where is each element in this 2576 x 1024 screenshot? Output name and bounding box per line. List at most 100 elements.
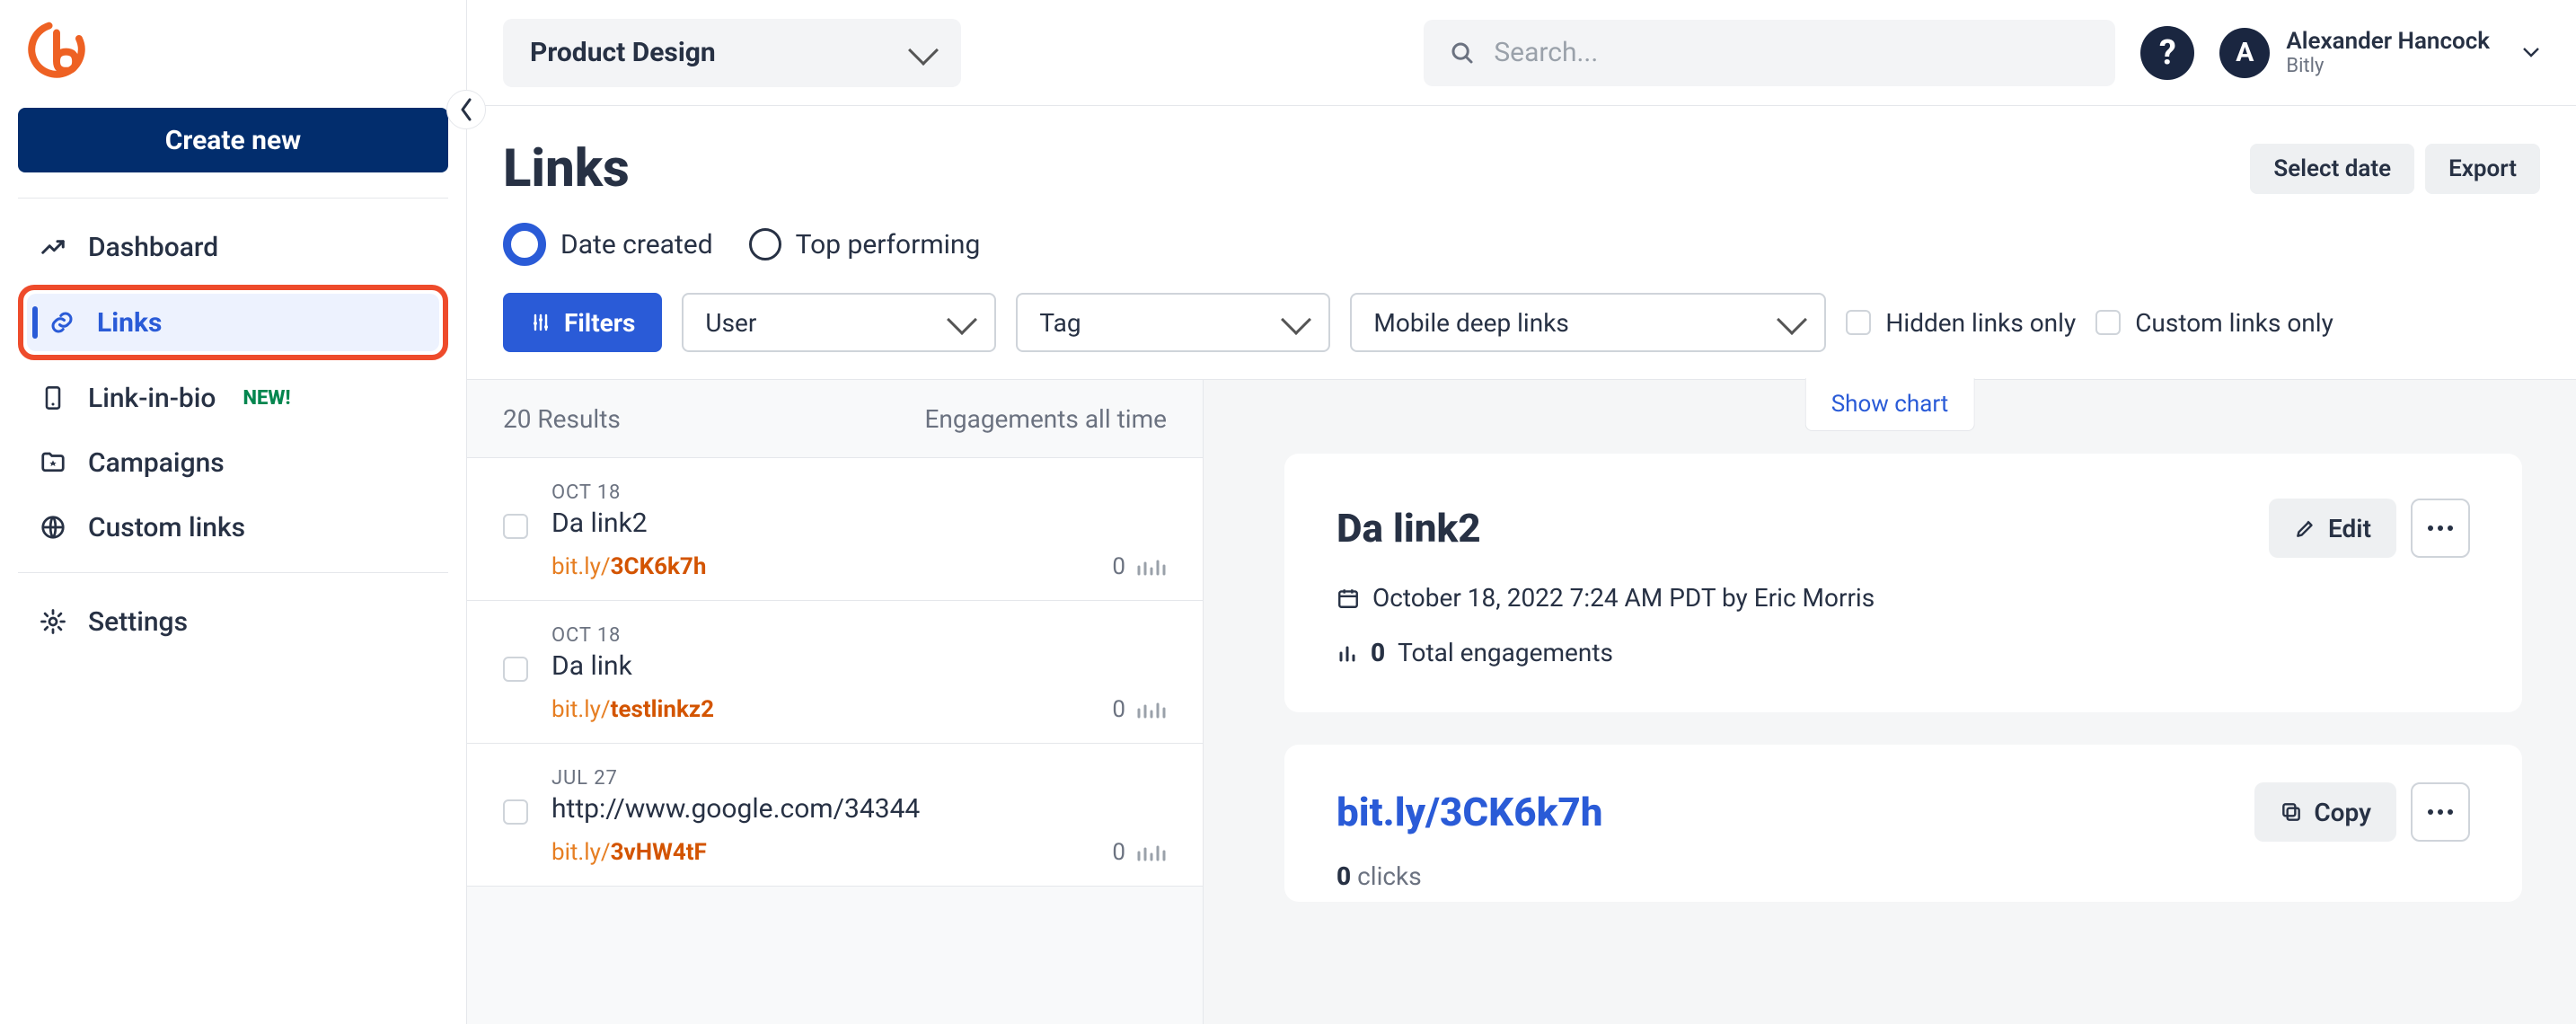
sidebar-item-dashboard[interactable]: Dashboard (18, 215, 448, 279)
spark-bars-icon (1136, 699, 1167, 720)
help-button[interactable]: ? (2140, 26, 2194, 80)
list-item[interactable]: JUL 27 http://www.google.com/34344 bit.ly/… (467, 743, 1203, 886)
more-button[interactable] (2411, 499, 2470, 558)
list-item-date: JUL 27 (551, 767, 1167, 790)
list-header: 20 Results Engagements all time (467, 380, 1203, 457)
search-input[interactable] (1494, 37, 2090, 68)
export-button[interactable]: Export (2425, 144, 2540, 194)
chevron-down-icon (908, 35, 939, 66)
sidebar-item-label: Dashboard (88, 232, 218, 263)
page-title: Links (503, 138, 630, 199)
workspace-name: Product Design (530, 37, 716, 68)
workspace-select[interactable]: Product Design (503, 19, 961, 87)
radio-top-performing[interactable]: Top performing (749, 228, 981, 260)
sidebar-item-campaigns[interactable]: Campaigns (18, 430, 448, 495)
copy-icon (2280, 800, 2303, 824)
list-item-engagements: 0 (1112, 839, 1167, 866)
list-footer (467, 886, 1203, 913)
divider (18, 198, 448, 199)
detail-summary-card: Da link2 Edit (1284, 454, 2522, 712)
more-button-2[interactable] (2411, 782, 2470, 842)
filters-button[interactable]: Filters (503, 293, 662, 352)
chevron-down-icon (1777, 305, 1807, 335)
sidebar-item-label: Settings (88, 606, 188, 638)
new-badge: NEW! (243, 387, 290, 410)
link-list: 20 Results Engagements all time OCT 18 Da… (467, 380, 1204, 1024)
spark-bars-icon (1136, 556, 1167, 578)
list-item-title: Da link (551, 650, 1167, 682)
create-new-button[interactable]: Create new (18, 108, 448, 172)
list-item-short-link[interactable]: bit.ly/testlinkz2 (551, 696, 714, 723)
clicks-meta: 0 clicks (1337, 861, 2470, 891)
detail-link-title: Da link2 (1337, 505, 1481, 552)
dots-icon (2427, 808, 2454, 816)
calendar-icon (1337, 587, 1360, 610)
edit-button[interactable]: Edit (2269, 499, 2396, 558)
checkbox-icon[interactable] (503, 657, 528, 682)
link-detail: Show chart Da link2 Edit (1204, 380, 2576, 1024)
filters-label: Filters (564, 308, 635, 338)
bars-icon (1337, 642, 1358, 664)
checkbox-icon (1846, 310, 1871, 335)
searchbar (1424, 20, 2115, 86)
sidebar-item-label: Link-in-bio (88, 383, 216, 414)
dots-icon (2427, 525, 2454, 532)
sidebar-item-link-in-bio[interactable]: Link-in-bio NEW! (18, 366, 448, 430)
sidebar-item-links[interactable]: Links (27, 294, 439, 351)
sort-row: Date created Top performing (503, 223, 2540, 266)
sidebar-item-custom-links[interactable]: Custom links (18, 495, 448, 560)
trend-icon (40, 234, 66, 260)
checkbox-hidden-links-only[interactable]: Hidden links only (1846, 308, 2076, 338)
topbar: Product Design ? A Alexander Hancock Bit… (467, 0, 2576, 106)
globe-icon (40, 514, 66, 541)
detail-short-link-card: bit.ly/3CK6k7h Copy (1284, 745, 2522, 902)
sidebar-active-highlight: Links (18, 285, 448, 360)
bitly-logo (27, 20, 86, 79)
dropdown-tag[interactable]: Tag (1016, 293, 1330, 352)
list-item[interactable]: OCT 18Da linkbit.ly/testlinkz20 (467, 600, 1203, 743)
list-item-title: http://www.google.com/34344 (551, 793, 1167, 825)
user-org: Bitly (2286, 55, 2490, 77)
radio-date-created[interactable]: Date created (503, 223, 713, 266)
sidebar-item-settings[interactable]: Settings (18, 589, 448, 654)
show-chart-button[interactable]: Show chart (1805, 378, 1975, 431)
sidebar-collapse-button[interactable] (446, 90, 486, 129)
avatar: A (2219, 28, 2270, 78)
list-item[interactable]: OCT 18Da link2bit.ly/3CK6k7h0 (467, 457, 1203, 600)
list-item-short-link[interactable]: bit.ly/3CK6k7h (551, 553, 706, 580)
checkbox-icon[interactable] (503, 799, 528, 825)
pencil-icon (2294, 516, 2317, 540)
checkbox-icon[interactable] (503, 514, 528, 539)
dropdown-label: User (705, 308, 756, 338)
chevron-down-icon (947, 305, 977, 335)
folder-star-icon (40, 449, 66, 476)
user-menu[interactable]: A Alexander Hancock Bitly (2219, 28, 2540, 78)
sidebar: Create new Dashboard Links Link-in-bio N… (0, 0, 467, 1024)
list-item-date: OCT 18 (551, 624, 1167, 647)
dropdown-user[interactable]: User (682, 293, 996, 352)
detail-short-link[interactable]: bit.ly/3CK6k7h (1337, 789, 1602, 835)
radio-label: Date created (560, 229, 713, 260)
edit-label: Edit (2328, 514, 2371, 543)
divider (18, 572, 448, 573)
list-item-engagements: 0 (1112, 553, 1167, 580)
list-item-short-link[interactable]: bit.ly/3vHW4tF (551, 839, 707, 866)
checkbox-custom-links-only[interactable]: Custom links only (2095, 308, 2333, 338)
checkbox-label: Custom links only (2135, 308, 2333, 338)
copy-label: Copy (2314, 798, 2371, 827)
body: 20 Results Engagements all time OCT 18 Da… (467, 379, 2576, 1024)
search-input-wrapper[interactable] (1424, 20, 2115, 86)
clicks-label: clicks (1357, 861, 1422, 891)
copy-button[interactable]: Copy (2254, 782, 2396, 842)
results-count: 20 Results (503, 404, 621, 434)
question-icon: ? (2159, 33, 2176, 73)
created-text: October 18, 2022 7:24 AM PDT by Eric Mor… (1372, 583, 1875, 613)
list-item-date: OCT 18 (551, 481, 1167, 504)
engagement-label: Total engagements (1398, 638, 1613, 667)
chevron-down-icon (1281, 305, 1311, 335)
user-name: Alexander Hancock (2286, 28, 2490, 55)
engagement-meta: 0 Total engagements (1337, 638, 2470, 667)
dropdown-mobile-deep-links[interactable]: Mobile deep links (1350, 293, 1826, 352)
select-date-button[interactable]: Select date (2250, 144, 2414, 194)
sliders-icon (530, 312, 551, 333)
